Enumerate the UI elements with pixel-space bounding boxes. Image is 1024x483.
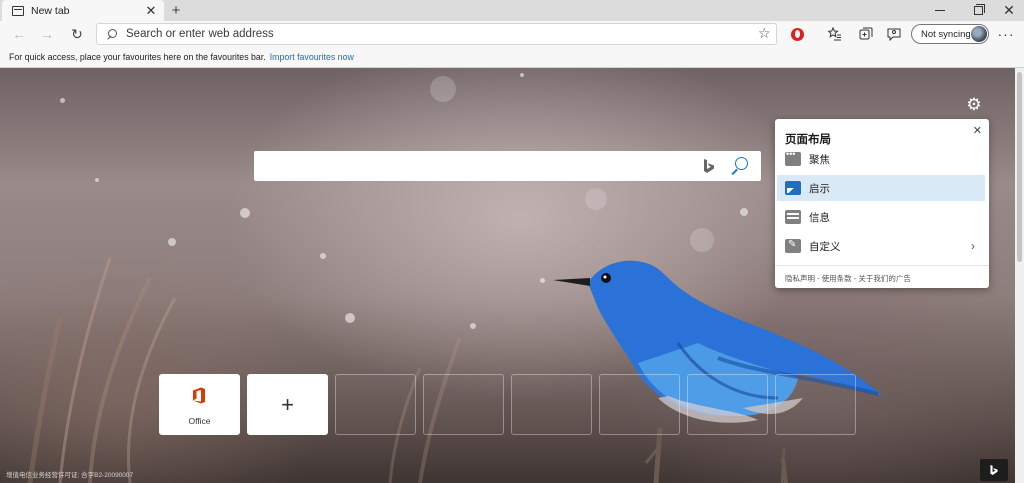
address-bar[interactable]	[96, 23, 777, 45]
toolbar: ← → ↻ ☆ Not syncing ···	[0, 21, 1024, 47]
grass-stems	[27, 257, 462, 483]
refresh-button[interactable]: ↻	[67, 24, 87, 44]
tab-title: New tab	[31, 4, 70, 17]
layout-option-label: 自定义	[809, 240, 841, 253]
empty-tile-slot	[599, 374, 680, 435]
page-scrollbar[interactable]	[1015, 68, 1024, 483]
tab-new-tab[interactable]: New tab ✕	[2, 0, 164, 21]
quick-link-tile-office[interactable]: Office	[159, 374, 240, 435]
layout-option-inspirational[interactable]: 启示	[777, 175, 985, 201]
close-icon[interactable]: ✕	[973, 124, 982, 137]
layout-option-custom[interactable]: 自定义 ›	[777, 233, 985, 259]
add-quick-link-tile[interactable]: +	[247, 374, 328, 435]
more-icon[interactable]: ···	[996, 24, 1016, 44]
favourites-bar: For quick access, place your favourites …	[0, 47, 1024, 68]
favorite-star-icon[interactable]: ☆	[758, 25, 771, 42]
maximize-icon	[973, 4, 985, 15]
bing-image-info-button[interactable]	[980, 459, 1008, 481]
snowflake	[540, 278, 545, 283]
license-text[interactable]: 增值电信业务经营许可证: 合字B2-20090007	[6, 469, 133, 479]
bing-logo-icon[interactable]	[702, 158, 716, 174]
snowflake	[740, 208, 748, 216]
snowflake	[60, 98, 65, 103]
divider	[775, 265, 989, 266]
custom-layout-icon	[785, 239, 801, 253]
informational-layout-icon	[785, 210, 801, 224]
search-input[interactable]	[254, 151, 702, 181]
chevron-right-icon: ›	[971, 239, 975, 253]
focused-layout-icon	[785, 149, 801, 166]
search-icon[interactable]	[730, 157, 748, 175]
inspirational-layout-icon	[785, 181, 801, 195]
tile-label: Office	[188, 416, 211, 426]
layout-option-label: 聚焦	[809, 153, 830, 166]
page-settings-gear-icon[interactable]: ⚙	[965, 95, 983, 114]
feedback-icon[interactable]	[884, 24, 904, 44]
page-layout-popup: 页面布局 ✕ 聚焦 启示 信息 自定义 › 隐私声明 - 使用条款 - 关于我们…	[775, 119, 989, 288]
bing-logo-icon	[990, 465, 998, 475]
back-icon: ←	[12, 26, 26, 42]
office-logo	[193, 387, 205, 404]
scrollbar-thumb[interactable]	[1017, 72, 1022, 262]
popup-title: 页面布局	[785, 134, 831, 146]
import-favourites-link[interactable]: Import favourites now	[270, 52, 354, 62]
empty-tile-slot	[775, 374, 856, 435]
empty-tile-slot	[687, 374, 768, 435]
collections-icon[interactable]	[856, 24, 876, 44]
twig	[780, 447, 786, 483]
maximize-button[interactable]	[961, 0, 995, 21]
close-icon: ✕	[1003, 2, 1015, 18]
minimize-icon	[935, 10, 945, 11]
opera-extension-icon[interactable]	[787, 24, 807, 44]
snowflake	[95, 178, 99, 182]
new-tab-button[interactable]: +	[168, 1, 184, 19]
empty-tile-slot	[511, 374, 592, 435]
favbar-message: For quick access, place your favourites …	[9, 52, 266, 62]
layout-option-label: 启示	[809, 182, 830, 195]
search-icon	[106, 28, 117, 40]
empty-tile-slot	[335, 374, 416, 435]
bing-search-box[interactable]	[254, 151, 761, 181]
profile-sync-button[interactable]: Not syncing	[911, 24, 989, 44]
empty-tile-slot	[423, 374, 504, 435]
close-window-button[interactable]: ✕	[994, 0, 1024, 21]
snowflake	[520, 73, 524, 77]
newtab-page-icon	[12, 5, 24, 16]
layout-option-label: 信息	[809, 211, 830, 224]
layout-option-focused[interactable]: 聚焦	[777, 146, 985, 172]
snowflake	[430, 76, 456, 102]
snowflake	[585, 188, 607, 210]
avatar	[971, 26, 987, 42]
forward-icon: →	[40, 26, 54, 42]
add-site-icon: +	[281, 391, 294, 417]
forward-button[interactable]: →	[37, 24, 57, 44]
favorites-icon[interactable]	[825, 24, 845, 44]
layout-option-informational[interactable]: 信息	[777, 204, 985, 230]
popup-footer-links[interactable]: 隐私声明 - 使用条款 - 关于我们的广告	[785, 273, 911, 284]
back-button[interactable]: ←	[9, 24, 29, 44]
snowflake	[240, 208, 250, 218]
minimize-button[interactable]	[923, 0, 957, 21]
tab-strip: New tab ✕ + ✕	[0, 0, 1024, 21]
sync-status-label: Not syncing	[921, 28, 971, 40]
address-input[interactable]	[126, 28, 726, 40]
refresh-icon: ↻	[71, 25, 83, 42]
close-tab-icon[interactable]: ✕	[144, 3, 158, 18]
